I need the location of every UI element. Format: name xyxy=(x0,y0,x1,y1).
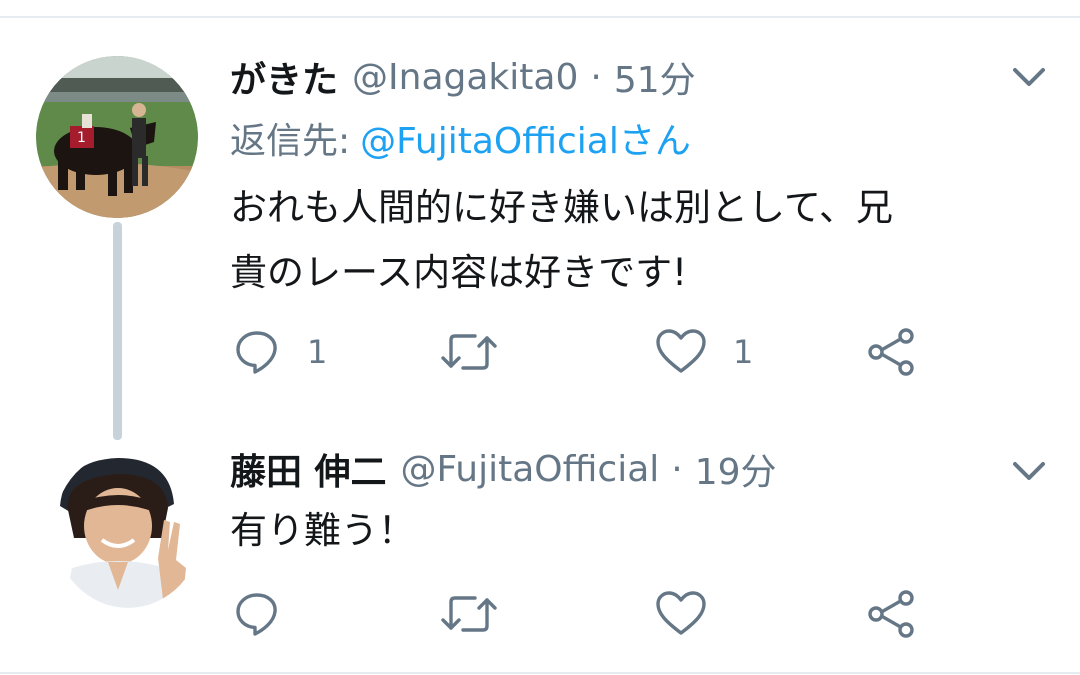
heart-icon xyxy=(656,329,706,373)
reply-to-mention-link[interactable]: @FujitaOfficialさん xyxy=(360,112,691,164)
horse-photo-avatar: 1 xyxy=(36,56,198,218)
separator-dot: · xyxy=(590,56,602,98)
tweet-text-line: おれも人間的に好き嫌いは別として、兄 xyxy=(230,186,894,229)
reply-icon xyxy=(236,593,277,636)
like-button[interactable] xyxy=(655,589,707,639)
tweet-header: 藤田 伸二 @FujitaOfficial · 19分 xyxy=(230,444,777,494)
separator-dot: · xyxy=(671,448,683,490)
chevron-down-icon[interactable] xyxy=(1009,456,1049,486)
heart-icon xyxy=(656,591,706,635)
person-photo-avatar xyxy=(54,450,202,608)
tweet-text-line: 貴のレース内容は好きです! xyxy=(230,251,687,294)
reply-button[interactable] xyxy=(233,589,281,639)
chevron-down-icon[interactable] xyxy=(1009,62,1049,92)
tweet-time[interactable]: 51分 xyxy=(614,51,696,103)
user-handle[interactable]: @FujitaOfficial xyxy=(401,449,660,490)
tweet-text: おれも人間的に好き嫌いは別として、兄 貴のレース内容は好きです! xyxy=(230,175,893,305)
share-button[interactable] xyxy=(866,589,916,639)
bottom-divider xyxy=(0,672,1080,674)
tweet-text-line: 有り難う！ xyxy=(230,509,415,552)
retweet-button[interactable] xyxy=(441,327,497,377)
avatar[interactable]: 1 xyxy=(36,56,198,218)
reply-to-label: 返信先: xyxy=(230,121,351,162)
reply-context: 返信先: @FujitaOfficialさん xyxy=(230,113,691,163)
user-handle[interactable]: @Inagakita0 xyxy=(352,57,578,98)
share-button[interactable] xyxy=(866,327,916,377)
top-divider xyxy=(0,16,1080,18)
retweet-icon xyxy=(441,334,497,370)
thread-connector-line xyxy=(113,222,122,440)
tweet-text: 有り難う！ xyxy=(230,498,415,563)
retweet-button[interactable] xyxy=(441,589,497,639)
tweet-header: がきた @Inagakita0 · 51分 xyxy=(230,52,696,102)
share-icon xyxy=(868,590,914,638)
like-count: 1 xyxy=(733,333,754,371)
share-icon xyxy=(868,328,914,376)
display-name[interactable]: 藤田 伸二 xyxy=(230,443,387,495)
display-name[interactable]: がきた xyxy=(230,51,338,103)
avatar[interactable] xyxy=(54,450,202,608)
retweet-icon xyxy=(441,596,497,632)
svg-text:1: 1 xyxy=(77,130,86,146)
reply-icon xyxy=(236,331,277,374)
like-button[interactable]: 1 xyxy=(655,327,753,377)
reply-count: 1 xyxy=(307,333,328,371)
tweet-time[interactable]: 19分 xyxy=(695,443,777,495)
reply-button[interactable]: 1 xyxy=(233,327,327,377)
